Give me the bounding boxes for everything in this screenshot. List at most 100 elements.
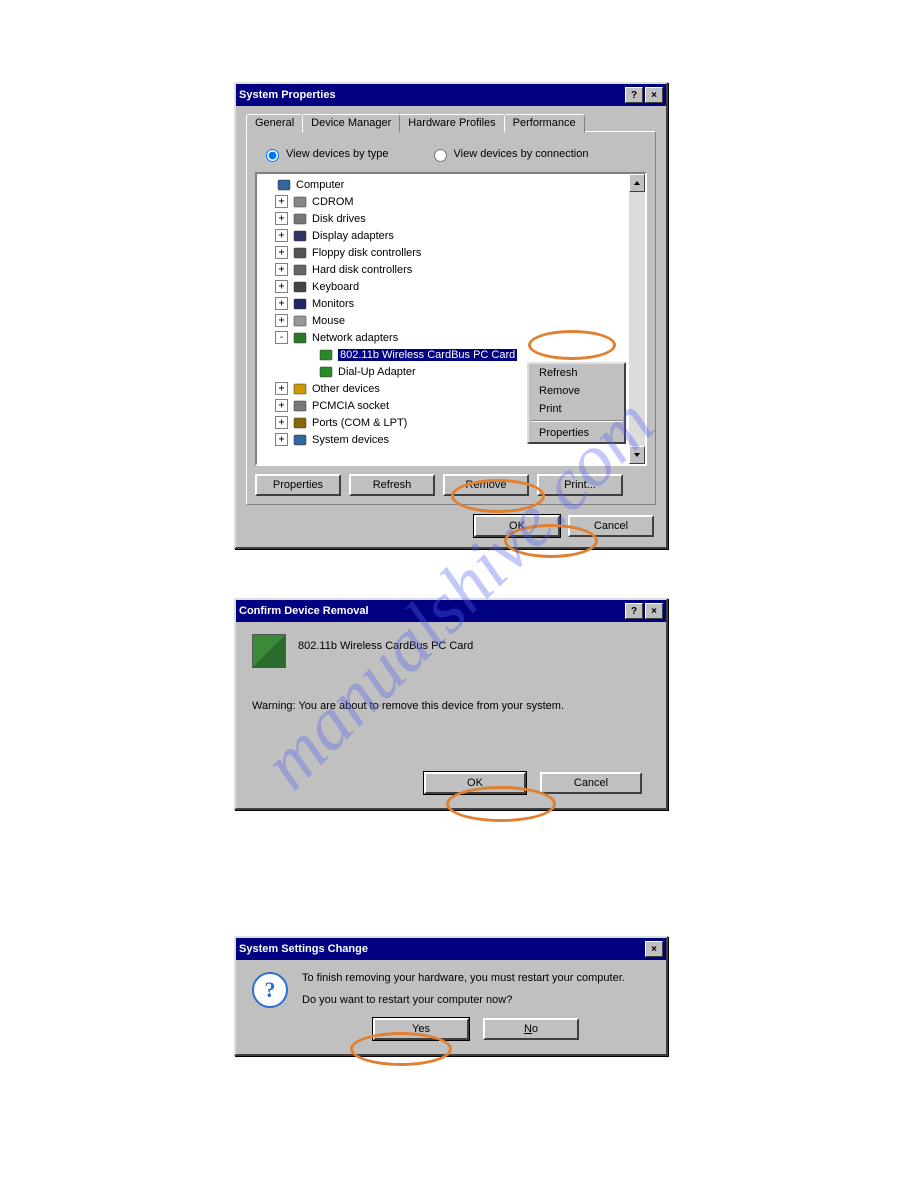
tree-child-item[interactable]: 802.11b Wireless CardBus PC Card <box>257 346 629 363</box>
tree-item[interactable]: + Mouse <box>257 312 629 329</box>
tree-item-label: Network adapters <box>312 332 398 344</box>
scroll-down-button[interactable] <box>629 446 645 464</box>
titlebar[interactable]: System Properties ? × <box>236 84 666 106</box>
cancel-button[interactable]: Cancel <box>568 515 654 537</box>
no-button[interactable]: No <box>483 1018 579 1040</box>
radio-by-connection-input[interactable] <box>434 149 447 162</box>
tree-item-label: Keyboard <box>312 281 359 293</box>
help-button[interactable]: ? <box>625 603 643 619</box>
dialog-bottom-row: OK Cancel <box>246 515 656 537</box>
port-icon <box>292 416 308 430</box>
expander-icon[interactable]: + <box>275 433 288 446</box>
dialog-client: 802.11b Wireless CardBus PC Card Warning… <box>236 622 666 808</box>
tree-child-label: Dial-Up Adapter <box>338 366 416 378</box>
cd-icon <box>292 195 308 209</box>
warning-text: Warning: You are about to remove this de… <box>252 700 650 712</box>
titlebar[interactable]: Confirm Device Removal ? × <box>236 600 666 622</box>
expander-icon[interactable]: + <box>275 263 288 276</box>
floppy-icon <box>292 246 308 260</box>
context-properties[interactable]: Properties <box>529 424 624 442</box>
titlebar[interactable]: System Settings Change × <box>236 938 666 960</box>
view-mode-group: View devices by type View devices by con… <box>255 142 647 172</box>
context-print[interactable]: Print <box>529 400 624 418</box>
remove-button[interactable]: Remove <box>443 474 529 496</box>
help-button[interactable]: ? <box>625 87 643 103</box>
expander-icon[interactable]: + <box>275 297 288 310</box>
context-refresh[interactable]: Refresh <box>529 364 624 382</box>
titlebar-title: Confirm Device Removal <box>239 605 623 617</box>
confirm-cancel-button[interactable]: Cancel <box>540 772 642 794</box>
tree-item[interactable]: + Hard disk controllers <box>257 261 629 278</box>
expander-icon[interactable]: + <box>275 212 288 225</box>
confirm-ok-button[interactable]: OK <box>424 772 526 794</box>
titlebar-title: System Properties <box>239 89 623 101</box>
nic-icon <box>318 348 334 362</box>
tree-item[interactable]: + Keyboard <box>257 278 629 295</box>
display-icon <box>292 229 308 243</box>
tree-item-label: Hard disk controllers <box>312 264 412 276</box>
radio-by-connection[interactable]: View devices by connection <box>429 146 589 162</box>
expander-icon[interactable]: + <box>275 314 288 327</box>
expander-icon[interactable]: - <box>275 331 288 344</box>
radio-by-type-input[interactable] <box>266 149 279 162</box>
tree-item-label: Other devices <box>312 383 380 395</box>
tab-strip: General Device Manager Hardware Profiles… <box>246 114 656 133</box>
tab-general[interactable]: General <box>246 114 303 133</box>
pcmcia-icon <box>292 399 308 413</box>
device-tree[interactable]: Computer + CDROM + Disk drives + Display adapt… <box>255 172 647 466</box>
disk-icon <box>292 212 308 226</box>
tree-root[interactable]: Computer <box>257 176 629 193</box>
expander-icon[interactable]: + <box>275 399 288 412</box>
tree-item-label: Display adapters <box>312 230 394 242</box>
expander-icon[interactable]: + <box>275 382 288 395</box>
tree-item[interactable]: + Disk drives <box>257 210 629 227</box>
close-button[interactable]: × <box>645 87 663 103</box>
properties-button[interactable]: Properties <box>255 474 341 496</box>
system-icon <box>292 433 308 447</box>
context-remove[interactable]: Remove <box>529 382 624 400</box>
close-button[interactable]: × <box>645 941 663 957</box>
device-name: 802.11b Wireless CardBus PC Card <box>298 634 473 652</box>
tree-item-label: Monitors <box>312 298 354 310</box>
yes-button[interactable]: Yes <box>373 1018 469 1040</box>
expander-icon[interactable]: + <box>275 280 288 293</box>
device-row: 802.11b Wireless CardBus PC Card <box>252 634 650 668</box>
radio-by-connection-label: View devices by connection <box>454 148 589 160</box>
keyboard-icon <box>292 280 308 294</box>
close-button[interactable]: × <box>645 603 663 619</box>
system-settings-change-dialog: System Settings Change × ? To finish rem… <box>234 936 668 1056</box>
expander-icon[interactable]: + <box>275 229 288 242</box>
tree-item-label: CDROM <box>312 196 354 208</box>
mouse-icon <box>292 314 308 328</box>
tab-hardware-profiles[interactable]: Hardware Profiles <box>399 114 504 133</box>
message-line1: To finish removing your hardware, you mu… <box>302 972 650 984</box>
hdd-icon <box>292 263 308 277</box>
expander-icon[interactable]: + <box>275 246 288 259</box>
nic-icon <box>318 365 334 379</box>
tree-item[interactable]: + CDROM <box>257 193 629 210</box>
tree-item[interactable]: + Monitors <box>257 295 629 312</box>
expander-icon[interactable]: + <box>275 416 288 429</box>
print-button[interactable]: Print... <box>537 474 623 496</box>
tab-performance[interactable]: Performance <box>504 114 585 133</box>
question-icon: ? <box>252 972 288 1008</box>
radio-by-type[interactable]: View devices by type <box>261 146 389 162</box>
device-icon <box>252 634 286 668</box>
scroll-up-button[interactable] <box>629 174 645 192</box>
tree-item-label: Disk drives <box>312 213 366 225</box>
refresh-button[interactable]: Refresh <box>349 474 435 496</box>
dialog-client: General Device Manager Hardware Profiles… <box>236 106 666 547</box>
scroll-track[interactable] <box>629 192 645 446</box>
device-context-menu: Refresh Remove Print Properties <box>527 362 626 444</box>
tab-panel: View devices by type View devices by con… <box>246 131 656 505</box>
tree-item[interactable]: - Network adapters <box>257 329 629 346</box>
tree-item[interactable]: + Display adapters <box>257 227 629 244</box>
tab-device-manager[interactable]: Device Manager <box>302 114 400 133</box>
message-block: To finish removing your hardware, you mu… <box>302 972 650 1040</box>
tree-item[interactable]: +Floppy disk controllers <box>257 244 629 261</box>
expander-icon[interactable]: + <box>275 195 288 208</box>
tree-scrollbar[interactable] <box>629 174 645 464</box>
ok-button[interactable]: OK <box>474 515 560 537</box>
message-line2: Do you want to restart your computer now… <box>302 994 650 1006</box>
tree-item-label: Mouse <box>312 315 345 327</box>
